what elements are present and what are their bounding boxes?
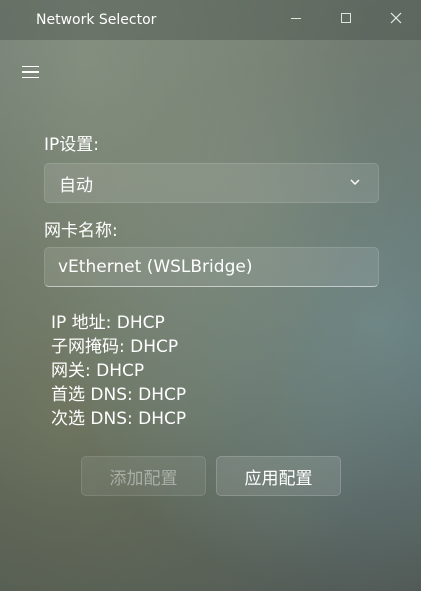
primary-dns-text: 首选 DNS: DHCP <box>51 385 187 405</box>
hamburger-menu-icon[interactable] <box>18 60 44 84</box>
ip-settings-label: IP设置: <box>44 135 99 155</box>
secondary-dns-text: 次选 DNS: DHCP <box>51 409 187 429</box>
add-config-button[interactable]: 添加配置 <box>81 456 206 496</box>
ip-address-text: IP 地址: DHCP <box>51 313 165 333</box>
title-bar: Network Selector <box>0 0 421 40</box>
adapter-name-label: 网卡名称: <box>44 221 118 241</box>
maximize-button[interactable] <box>322 0 370 36</box>
adapter-name-input[interactable]: vEthernet (WSLBridge) <box>44 247 379 287</box>
chevron-down-icon <box>350 179 360 185</box>
ip-settings-dropdown[interactable]: 自动 <box>44 163 379 203</box>
close-button[interactable] <box>372 0 420 36</box>
minimize-icon <box>291 17 301 19</box>
adapter-name-value: vEthernet (WSLBridge) <box>58 257 253 277</box>
network-info: IP 地址: DHCP 子网掩码: DHCP 网关: DHCP 首选 DNS: … <box>51 311 186 431</box>
gateway-text: 网关: DHCP <box>51 361 145 381</box>
maximize-icon <box>341 13 351 23</box>
window-title: Network Selector <box>36 12 157 28</box>
minimize-button[interactable] <box>272 0 320 36</box>
subnet-mask-text: 子网掩码: DHCP <box>51 337 179 357</box>
close-icon <box>390 12 402 24</box>
ip-settings-selected: 自动 <box>59 175 93 196</box>
apply-config-button[interactable]: 应用配置 <box>216 456 341 496</box>
